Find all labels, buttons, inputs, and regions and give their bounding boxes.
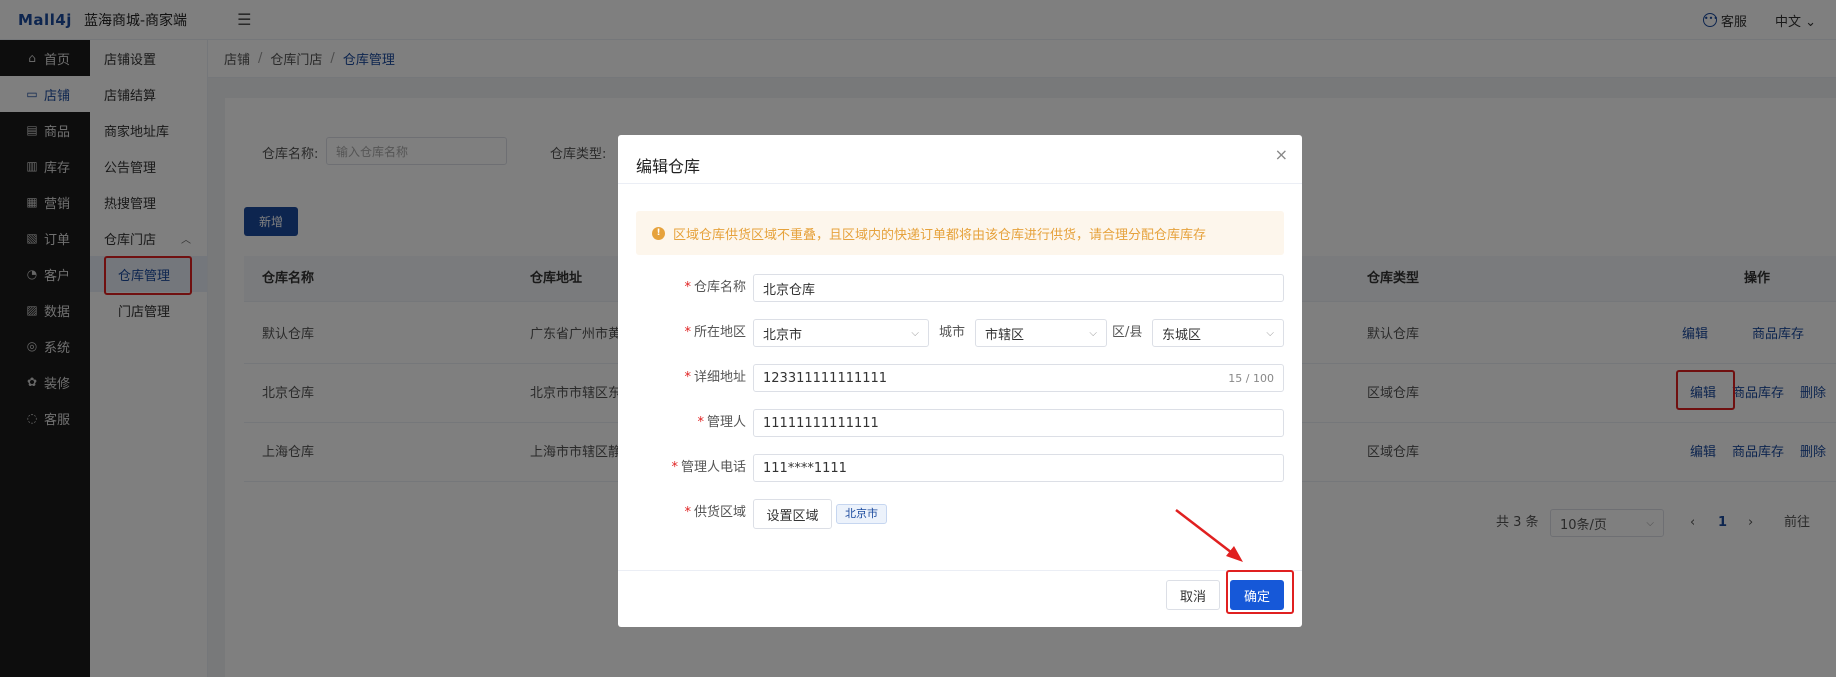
- input-value: 123311111111111: [763, 370, 888, 386]
- warehouse-name-input[interactable]: 北京仓库: [753, 274, 1284, 302]
- manager-label: * 管理人: [636, 409, 746, 437]
- set-area-button[interactable]: 设置区域: [753, 499, 832, 529]
- required-mark: *: [684, 280, 691, 295]
- close-icon[interactable]: ×: [1275, 145, 1288, 164]
- district-select[interactable]: 东城区 ⌵: [1152, 319, 1284, 347]
- dialog-footer-divider: [618, 570, 1302, 571]
- alert-text: 区域仓库供货区域不重叠，且区域内的快递订单都将由该仓库进行供货，请合理分配仓库库…: [673, 227, 1207, 243]
- select-value: 东城区: [1162, 327, 1202, 343]
- region-label: * 所在地区: [636, 319, 746, 347]
- city-label: 城市: [939, 325, 966, 340]
- label-text: 仓库名称: [693, 280, 746, 295]
- char-count: 15 / 100: [1228, 371, 1274, 385]
- required-mark: *: [684, 325, 691, 340]
- required-mark: *: [697, 415, 704, 430]
- required-mark: *: [684, 505, 691, 520]
- required-mark: *: [684, 370, 691, 385]
- select-value: 北京市: [763, 327, 803, 343]
- chevron-down-icon: ⌵: [1266, 327, 1274, 339]
- city-select[interactable]: 市辖区 ⌵: [975, 319, 1107, 347]
- input-value: 北京仓库: [763, 282, 816, 298]
- label-text: 供货区域: [693, 505, 746, 520]
- manager-input[interactable]: 11111111111111: [753, 409, 1284, 437]
- warehouse-name-label: * 仓库名称: [636, 274, 746, 302]
- address-input[interactable]: 123311111111111 15 / 100: [753, 364, 1284, 392]
- required-mark: *: [671, 460, 678, 475]
- label-text: 详细地址: [693, 370, 746, 385]
- warning-alert: ! 区域仓库供货区域不重叠，且区域内的快递订单都将由该仓库进行供货，请合理分配仓…: [636, 211, 1284, 255]
- confirm-button[interactable]: 确定: [1230, 580, 1284, 610]
- address-label: * 详细地址: [636, 364, 746, 392]
- edit-warehouse-dialog: 编辑仓库 × ! 区域仓库供货区域不重叠，且区域内的快递订单都将由该仓库进行供货…: [618, 135, 1302, 627]
- manager-phone-input[interactable]: 111****1111: [753, 454, 1284, 482]
- select-value: 市辖区: [985, 327, 1025, 343]
- manager-phone-label: * 管理人电话: [636, 454, 746, 482]
- dialog-title: 编辑仓库: [636, 157, 701, 176]
- chevron-down-icon: ⌵: [911, 327, 919, 339]
- supply-area-label: * 供货区域: [636, 499, 746, 527]
- label-text: 管理人电话: [680, 460, 746, 475]
- province-select[interactable]: 北京市 ⌵: [753, 319, 929, 347]
- label-text: 管理人: [706, 415, 746, 430]
- district-label: 区/县: [1112, 325, 1143, 340]
- input-value: 11111111111111: [763, 415, 879, 431]
- chevron-down-icon: ⌵: [1089, 327, 1097, 339]
- dialog-divider: [618, 183, 1302, 184]
- cancel-button[interactable]: 取消: [1166, 580, 1220, 610]
- area-tag: 北京市: [836, 504, 887, 524]
- warning-icon: !: [652, 226, 665, 240]
- label-text: 所在地区: [693, 325, 746, 340]
- input-value: 111****1111: [763, 460, 847, 476]
